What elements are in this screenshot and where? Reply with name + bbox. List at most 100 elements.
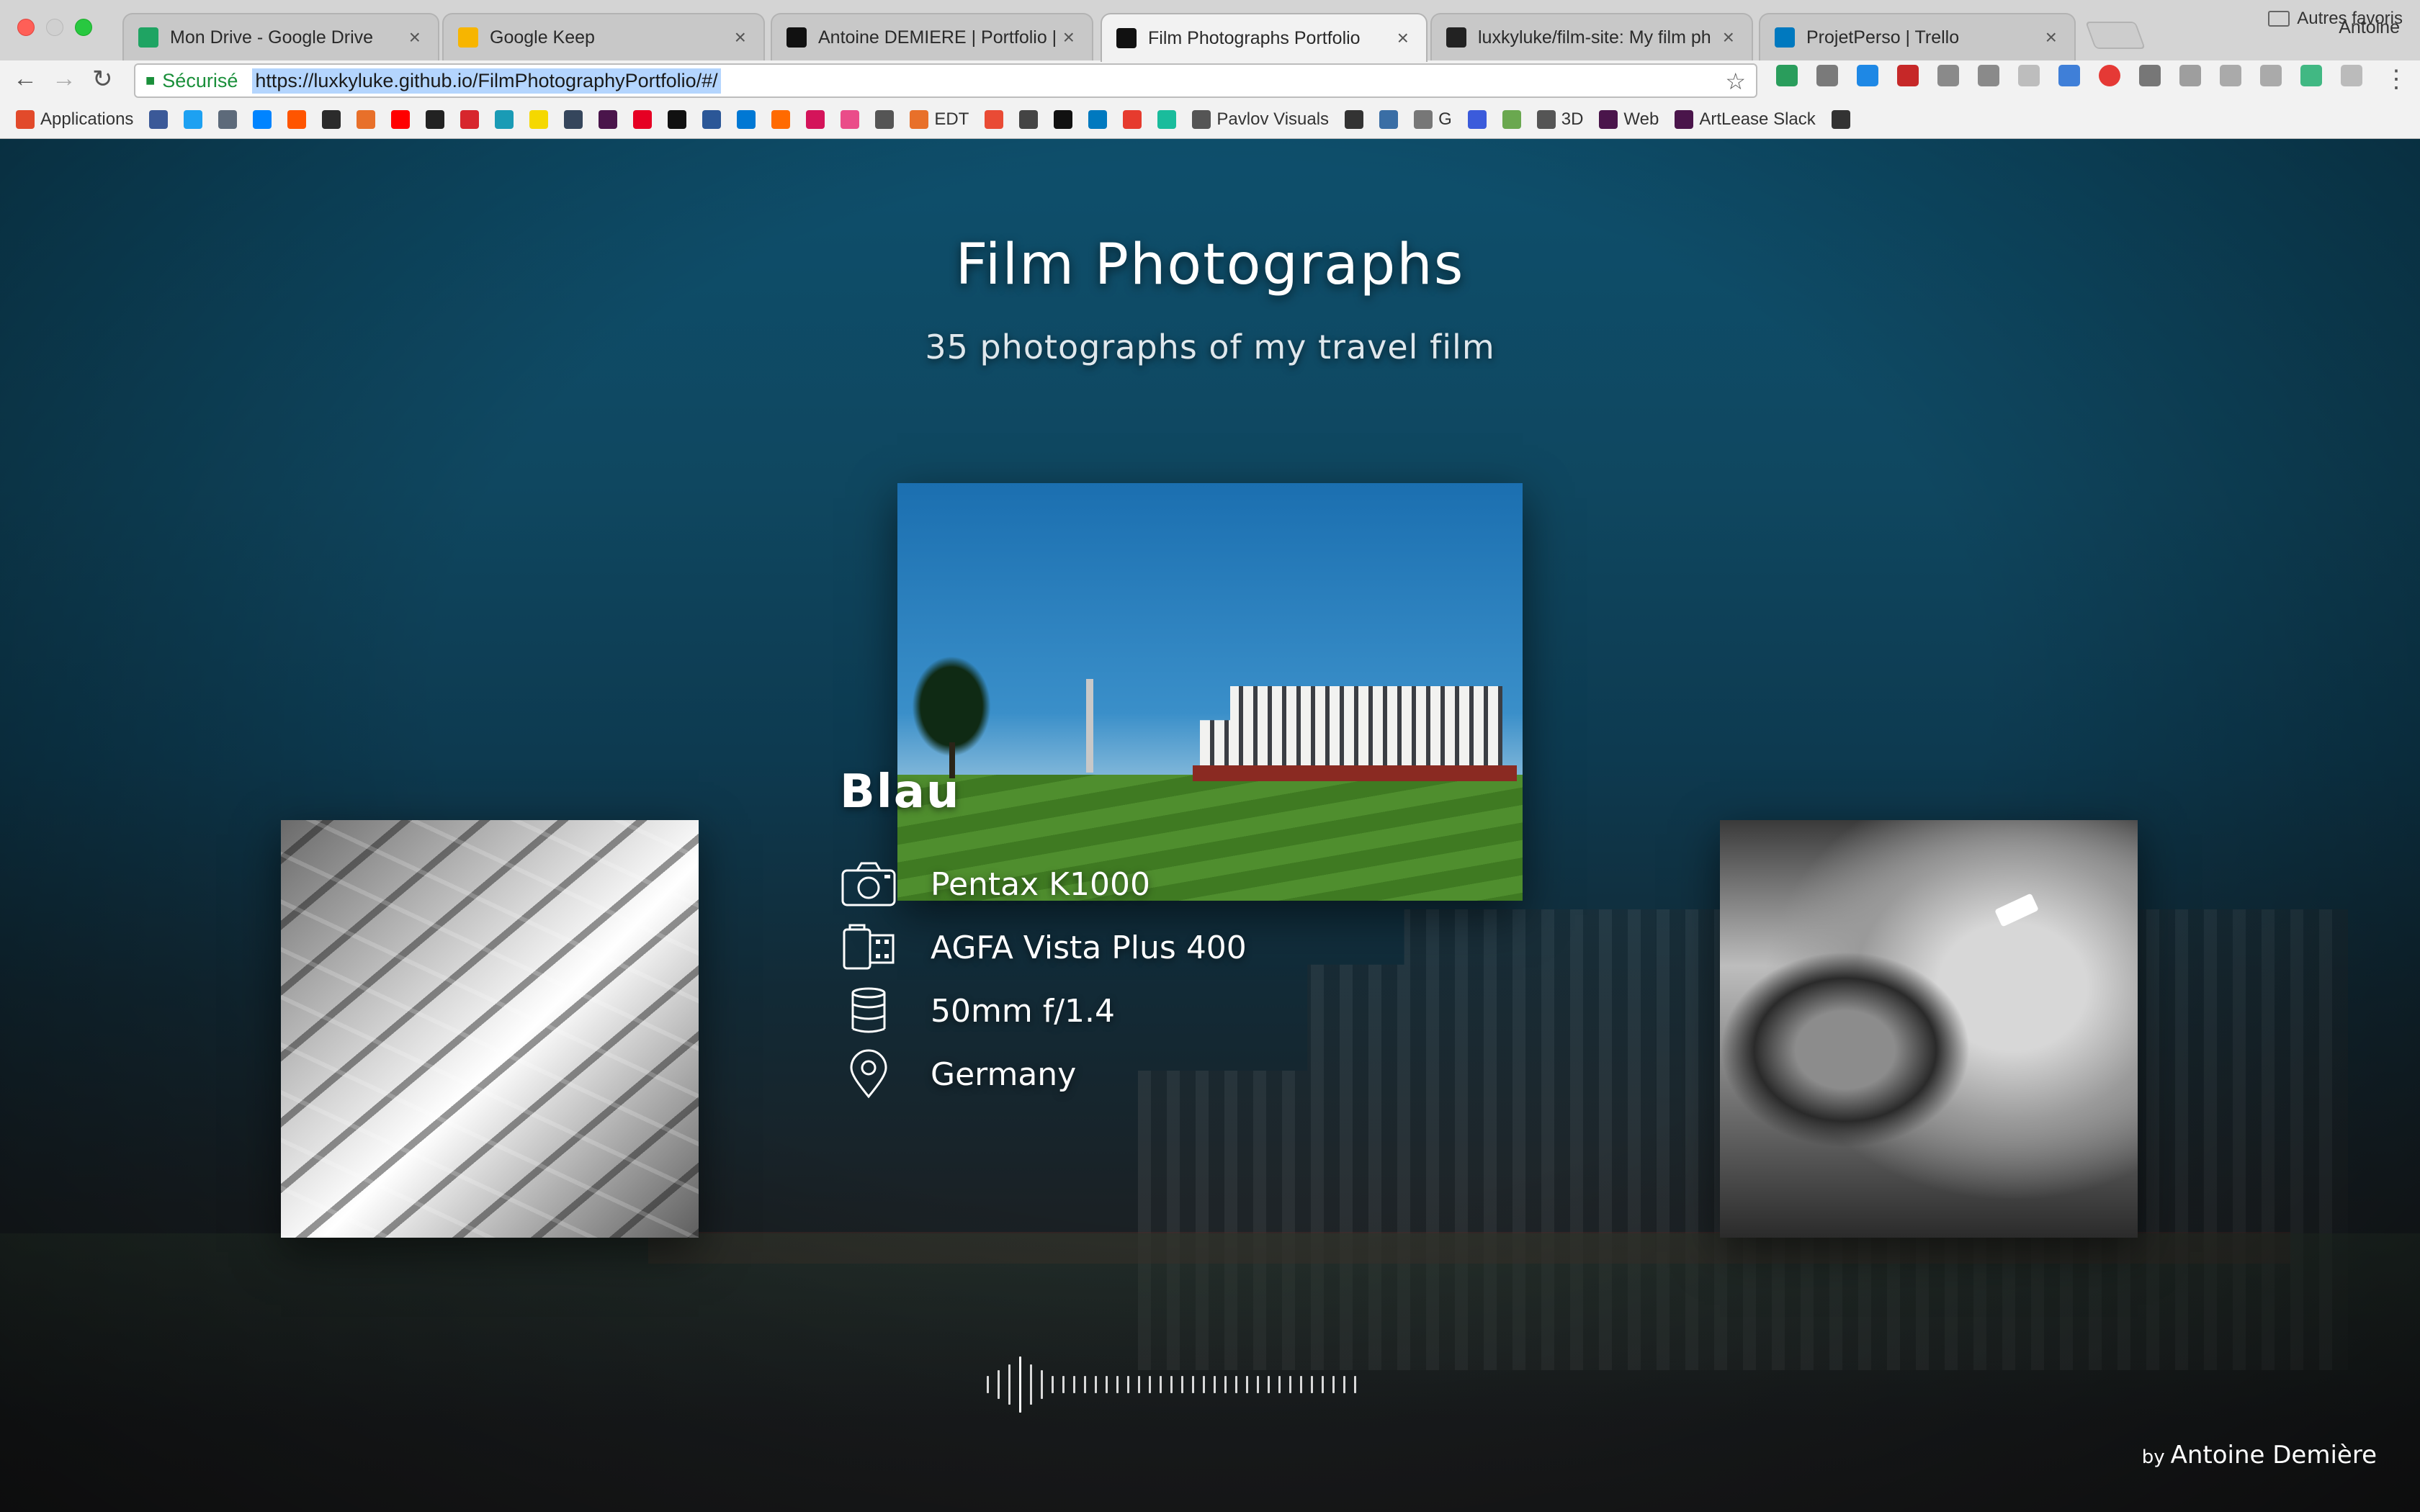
scrubber-tick[interactable] [1268, 1376, 1270, 1393]
scrubber-tick[interactable] [1127, 1376, 1129, 1393]
react-devtools-icon[interactable] [2179, 65, 2201, 86]
close-tab-icon[interactable]: × [1063, 26, 1075, 49]
bookmark-item[interactable] [149, 110, 169, 129]
scrubber-tick[interactable] [1300, 1376, 1302, 1393]
scrubber-tick[interactable] [1203, 1376, 1205, 1393]
bookmark-item[interactable] [1157, 110, 1177, 129]
scrubber-tick[interactable] [1106, 1376, 1108, 1393]
bookmark-item[interactable] [771, 110, 791, 129]
scrubber-tick[interactable] [987, 1376, 989, 1393]
scrubber-tick[interactable] [1181, 1376, 1183, 1393]
extension-icon[interactable] [1937, 65, 1959, 86]
extension-icon[interactable] [2220, 65, 2241, 86]
close-tab-icon[interactable]: × [1723, 26, 1734, 49]
scrubber-tick[interactable] [1030, 1364, 1032, 1405]
tab-github[interactable]: luxkyluke/film-site: My film ph × [1430, 13, 1753, 60]
bookmark-item[interactable] [253, 110, 272, 129]
bookmark-item[interactable] [985, 110, 1004, 129]
bookmark-item[interactable] [841, 110, 860, 129]
tab-google-drive[interactable]: Mon Drive - Google Drive × [122, 13, 439, 60]
scrubber-tick[interactable] [1224, 1376, 1227, 1393]
vue-devtools-icon[interactable] [2300, 65, 2322, 86]
scrubber-tick[interactable] [1170, 1376, 1173, 1393]
bookmark-item[interactable] [460, 110, 480, 129]
bookmark-item[interactable] [737, 110, 756, 129]
bookmark-item[interactable]: EDT [910, 109, 969, 130]
bookmark-item[interactable] [357, 110, 376, 129]
url-text[interactable]: https://luxkyluke.github.io/FilmPhotogra… [252, 68, 721, 94]
scrubber-tick[interactable] [1214, 1376, 1216, 1393]
current-photo[interactable] [897, 483, 1523, 901]
bookmark-item[interactable]: 3D [1536, 109, 1583, 130]
bookmark-item[interactable] [1345, 110, 1364, 129]
bookmark-item[interactable] [1054, 110, 1073, 129]
maximize-window-button[interactable] [75, 19, 92, 36]
adblock-icon[interactable] [2099, 65, 2120, 86]
bookmark-item[interactable] [1831, 110, 1850, 129]
address-bar[interactable]: ■ Sécurisé https://luxkyluke.github.io/F… [134, 63, 1757, 98]
tab-film-photographs[interactable]: Film Photographs Portfolio × [1101, 13, 1428, 62]
scrubber-tick[interactable] [998, 1370, 1000, 1399]
scrubber-tick[interactable] [1052, 1376, 1054, 1393]
extension-icon[interactable] [2260, 65, 2282, 86]
close-tab-icon[interactable]: × [409, 26, 421, 49]
bookmark-item[interactable] [287, 110, 307, 129]
bookmark-item[interactable] [1502, 110, 1521, 129]
scrubber-tick[interactable] [1332, 1376, 1335, 1393]
close-window-button[interactable] [17, 19, 35, 36]
tab-antoine-portfolio[interactable]: Antoine DEMIERE | Portfolio | ( × [771, 13, 1093, 60]
scrubber-tick[interactable] [1095, 1376, 1097, 1393]
scrubber-tick[interactable] [1084, 1376, 1086, 1393]
extension-icon[interactable] [1776, 65, 1798, 86]
scrubber-tick[interactable] [1138, 1376, 1140, 1393]
bookmark-item[interactable]: Applications [16, 109, 133, 130]
bookmark-item[interactable] [322, 110, 341, 129]
tab-trello[interactable]: ProjetPerso | Trello × [1759, 13, 2076, 60]
bookmark-item[interactable] [529, 110, 549, 129]
bookmark-item[interactable] [1123, 110, 1142, 129]
scrubber-tick[interactable] [1116, 1376, 1119, 1393]
bookmark-item[interactable]: G [1414, 109, 1452, 130]
scrubber-tick[interactable] [1160, 1376, 1162, 1393]
other-bookmarks[interactable]: Autres favoris [2268, 9, 2403, 29]
next-photo[interactable] [1720, 820, 2138, 1238]
scrubber-tick[interactable] [1192, 1376, 1194, 1393]
close-tab-icon[interactable]: × [2045, 26, 2057, 49]
scrubber-tick[interactable] [1246, 1376, 1248, 1393]
scrubber-tick[interactable] [1008, 1364, 1010, 1405]
photo-scrubber[interactable] [987, 1356, 1365, 1413]
extension-icon[interactable] [1897, 65, 1919, 86]
camera-extension-icon[interactable] [1978, 65, 1999, 86]
scrubber-tick[interactable] [1149, 1376, 1151, 1393]
bookmark-item[interactable] [564, 110, 583, 129]
scrubber-tick[interactable] [1073, 1376, 1075, 1393]
bookmark-item[interactable] [806, 110, 825, 129]
bookmark-item[interactable] [1019, 110, 1039, 129]
scrubber-tick[interactable] [1235, 1376, 1237, 1393]
new-tab-button[interactable] [2085, 22, 2146, 49]
reload-icon[interactable]: ↻ [92, 65, 113, 94]
extension-icon[interactable] [1857, 65, 1878, 86]
extension-icon[interactable] [1816, 65, 1838, 86]
bookmark-item[interactable] [633, 110, 653, 129]
tab-google-keep[interactable]: Google Keep × [442, 13, 765, 60]
bookmark-star-icon[interactable]: ☆ [1725, 68, 1746, 95]
forward-arrow-icon[interactable]: → [52, 65, 76, 93]
author-credit[interactable]: by Antoine Demière [2142, 1441, 2377, 1470]
bookmark-item[interactable] [495, 110, 514, 129]
scrubber-tick[interactable] [1278, 1376, 1281, 1393]
bookmark-item[interactable] [1379, 110, 1399, 129]
bookmark-item[interactable] [391, 110, 411, 129]
scrubber-tick-current[interactable] [1019, 1356, 1021, 1413]
bookmark-item[interactable] [668, 110, 687, 129]
scrubber-tick[interactable] [1041, 1370, 1043, 1399]
previous-photo[interactable] [281, 820, 699, 1238]
scrubber-tick[interactable] [1062, 1376, 1065, 1393]
bookmark-item[interactable] [426, 110, 445, 129]
scrubber-tick[interactable] [1311, 1376, 1313, 1393]
bookmark-item[interactable] [875, 110, 895, 129]
minimize-window-button[interactable] [46, 19, 63, 36]
extension-icon[interactable] [2018, 65, 2040, 86]
scrubber-tick[interactable] [1257, 1376, 1259, 1393]
scrubber-tick[interactable] [1354, 1376, 1356, 1393]
